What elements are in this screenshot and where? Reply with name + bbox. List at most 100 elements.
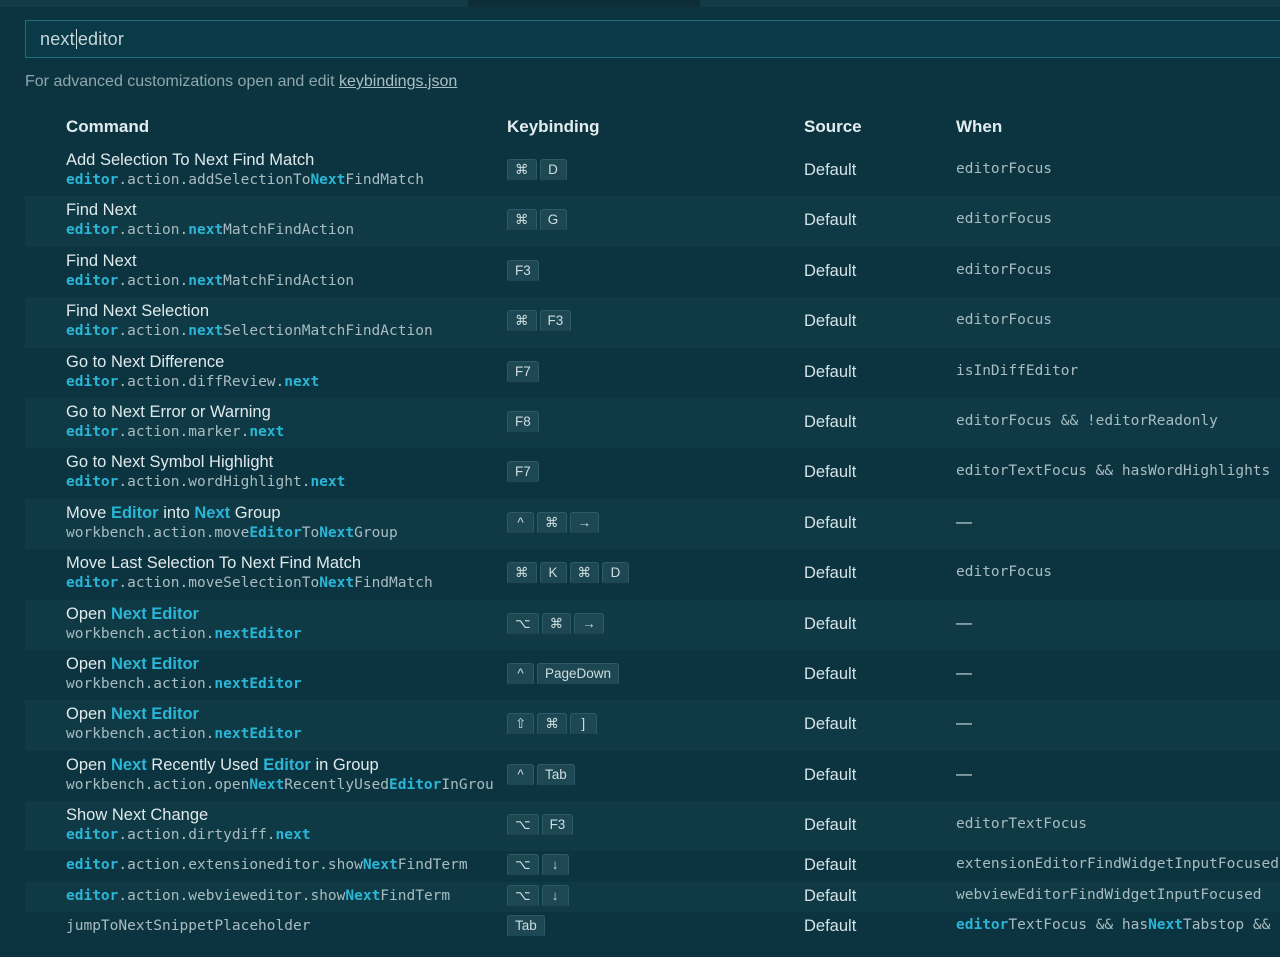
table-row[interactable]: Find Next Selection editor.action.nextSel…	[25, 297, 1280, 348]
keybinding[interactable]: ⌥ ⌘ →	[507, 612, 604, 635]
keybinding[interactable]: ⇧ ⌘]	[507, 713, 597, 736]
text-segment: —	[956, 765, 972, 783]
table-row[interactable]: Move Editor into Next Group workbench.act…	[25, 498, 1280, 550]
table-header: Command Keybinding Source When	[25, 108, 1280, 146]
tab-inactive[interactable]	[700, 0, 1280, 7]
table-row[interactable]: Move Last Selection To Next Find Match ed…	[25, 549, 1280, 599]
header-keybinding[interactable]: Keybinding	[507, 117, 600, 137]
command-id: workbench.action.nextEditor	[66, 726, 302, 742]
source-label: Default	[804, 312, 857, 331]
table-row[interactable]: jumpToNextSnippetPlaceholder Tab Default ed…	[25, 912, 1280, 942]
key-cap: D	[539, 159, 567, 181]
table-row[interactable]: Open Next Editor workbench.action.nextEdi…	[25, 700, 1280, 751]
header-command[interactable]: Command	[66, 117, 149, 137]
text-segment: .action.dirtydiff.	[118, 827, 276, 844]
keybindings-json-link[interactable]: keybindings.json	[339, 73, 457, 90]
command-title: Go to Next Symbol Highlight	[66, 453, 273, 472]
table-row[interactable]: Add Selection To Next Find Match editor.a…	[25, 146, 1280, 196]
when-clause: editorFocus	[956, 564, 1052, 580]
highlight-match: editor	[956, 916, 1009, 933]
keybinding[interactable]: F7	[507, 360, 539, 383]
when-clause: extensionEditorFindWidgetInputFocused	[956, 856, 1279, 872]
command-title: Find Next	[66, 252, 137, 271]
text-segment: FindMatch	[354, 575, 433, 592]
when-clause: editorTextFocus && hasNextTabstop &&	[956, 917, 1270, 933]
key-cap: ^	[507, 763, 534, 786]
keybinding[interactable]: Tab	[507, 914, 545, 937]
table-row[interactable]: editor.action.extensioneditor.showNextFi…	[25, 851, 1280, 881]
highlight-match: editor	[66, 474, 119, 491]
text-segment: .action.marker.	[118, 423, 250, 440]
keybinding[interactable]: ⌘ D	[507, 159, 567, 181]
source-label: Default	[804, 362, 857, 381]
when-clause: —	[956, 514, 972, 532]
keybinding[interactable]: ^ ⌘ →	[507, 511, 599, 534]
text-segment: .action.moveSelectionTo	[118, 575, 320, 592]
table-row[interactable]: Find Next editor.action.nextMatchFindActi…	[25, 196, 1280, 247]
highlight-match: Next	[310, 172, 346, 188]
command-id: editor.action.nextMatchFindAction	[66, 273, 354, 289]
table-row[interactable]: Go to Next Symbol Highlight editor.action…	[25, 448, 1280, 498]
key-cap: ⌘	[507, 310, 537, 333]
command-id: editor.action.nextSelectionMatchFindActi…	[66, 323, 433, 339]
table-row[interactable]: Go to Next Error or Warning editor.action…	[25, 397, 1280, 449]
text-caret	[75, 29, 77, 49]
text-segment: .action.	[118, 323, 189, 340]
key-cap: Tab	[537, 763, 575, 786]
keybinding[interactable]: F7	[507, 461, 539, 484]
keybinding[interactable]: F3	[507, 259, 539, 282]
source-label: Default	[804, 463, 857, 482]
command-id: editor.action.marker.next	[66, 424, 284, 440]
keybinding[interactable]: ⌘ K ⌘ D	[507, 562, 629, 585]
text-segment: Recently Used	[146, 755, 264, 774]
table-row[interactable]: editor.action.webvieweditor.showNextFind…	[25, 881, 1280, 912]
header-source[interactable]: Source	[804, 117, 862, 137]
table-row[interactable]: Open Next Recently Used Editor in Group w…	[25, 751, 1280, 801]
text-segment: To	[301, 524, 320, 541]
command-id: workbench.action.nextEditor	[66, 626, 302, 642]
keybinding[interactable]: ⌥ ↓	[507, 884, 569, 907]
table-row[interactable]: Go to Next Difference editor.action.diffR…	[25, 348, 1280, 398]
search-input[interactable]: next editor	[25, 20, 1280, 58]
highlight-match: editor	[66, 272, 119, 289]
text-segment: editorFocus	[956, 211, 1053, 228]
key-cap: ⌘	[537, 511, 567, 534]
text-segment: Go to Next Symbol Highlight	[66, 453, 274, 472]
command-id: editor.action.nextMatchFindAction	[66, 222, 354, 238]
keybinding[interactable]: ^ Tab	[507, 763, 575, 786]
source-label: Default	[804, 765, 857, 784]
table-row[interactable]: Find Next editor.action.nextMatchFindActi…	[25, 247, 1280, 297]
keybinding[interactable]: ⌘ F3	[507, 310, 572, 333]
highlight-match: editor	[66, 373, 119, 390]
keybinding[interactable]: ⌘ G	[507, 209, 567, 232]
highlight-match: editor	[66, 222, 119, 239]
when-clause: webviewEditorFindWidgetInputFocused	[956, 887, 1262, 903]
keybinding[interactable]: F8	[507, 410, 539, 433]
command-title: Open Next Editor	[66, 705, 199, 724]
text-segment: Find Next	[66, 251, 137, 270]
table-body: Add Selection To Next Find Match editor.a…	[25, 146, 1280, 942]
keybinding[interactable]: ⌥ ↓	[507, 854, 569, 877]
table-row[interactable]: Show Next Change editor.action.dirtydiff.…	[25, 801, 1280, 852]
highlight-match: Next	[319, 575, 355, 592]
key-cap: ↓	[541, 854, 569, 877]
table-row[interactable]: Open Next Editor workbench.action.nextEdi…	[25, 599, 1280, 650]
key-cap: ^	[507, 662, 534, 685]
command-id: editor.action.dirtydiff.next	[66, 827, 310, 843]
table-row[interactable]: Open Next Editor workbench.action.nextEdi…	[25, 650, 1280, 700]
tab-inactive[interactable]	[0, 0, 468, 7]
text-segment: —	[956, 513, 972, 531]
key-cap: F3	[507, 259, 539, 282]
keybinding[interactable]: ^ PageDown	[507, 662, 620, 685]
text-segment: .action.extensioneditor.show	[118, 857, 363, 874]
search-value-before: next	[40, 28, 75, 49]
highlight-match: Editor	[249, 524, 302, 541]
text-segment: RecentlyUsed	[284, 776, 390, 793]
when-clause: editorFocus	[956, 262, 1052, 278]
text-segment: Move	[66, 503, 111, 522]
header-when[interactable]: When	[956, 117, 1002, 137]
keybinding[interactable]: ⌥ F3	[507, 814, 574, 837]
text-segment: FindMatch	[345, 172, 424, 188]
highlight-match: editor	[66, 323, 119, 340]
source-label: Default	[804, 856, 857, 875]
